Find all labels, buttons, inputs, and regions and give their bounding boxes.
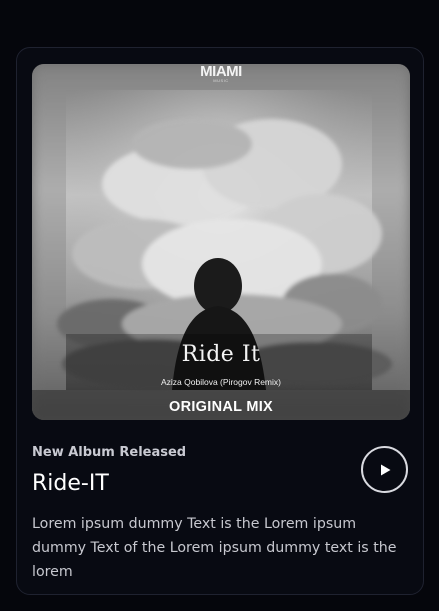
play-button[interactable] xyxy=(361,446,408,493)
play-icon xyxy=(380,464,390,475)
cover-logo: MIAMI xyxy=(200,64,242,80)
album-title: Ride-IT xyxy=(32,471,109,496)
album-card: MIAMI MUSIC Ride It Aziza Qobilova (Piro… xyxy=(16,47,424,595)
album-cover[interactable]: MIAMI MUSIC Ride It Aziza Qobilova (Piro… xyxy=(32,64,410,420)
cover-logo-subtitle: MUSIC xyxy=(213,78,229,83)
cover-art-title: Ride It xyxy=(181,342,261,367)
album-eyebrow: New Album Released xyxy=(32,445,187,460)
cover-art-artist: Aziza Qobilova (Pirogov Remix) xyxy=(161,377,281,387)
cover-art-mix: ORIGINAL MIX xyxy=(168,399,274,415)
album-description: Lorem ipsum dummy Text is the Lorem ipsu… xyxy=(32,516,397,580)
